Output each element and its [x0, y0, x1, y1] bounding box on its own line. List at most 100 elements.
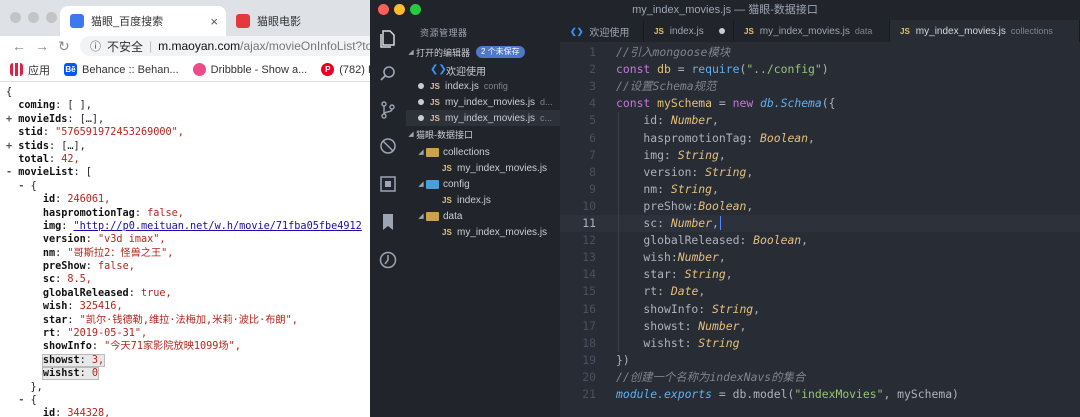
code-line[interactable]: 12 globalReleased: Boolean,	[560, 232, 1080, 249]
line-number: 13	[582, 250, 596, 265]
json-toggle[interactable]: -	[18, 181, 30, 192]
search-icon[interactable]	[378, 64, 398, 84]
code-line[interactable]: 21 module.exports = db.model("indexMovies…	[560, 386, 1080, 403]
json-line: version: "v3d imax",	[6, 233, 370, 246]
code-line[interactable]: 9 nm: String,	[560, 181, 1080, 198]
editor-tab[interactable]: JS my_index_movies.js data	[734, 20, 890, 42]
dribbble-icon	[192, 63, 206, 76]
collapse-arrow-icon: ◢	[418, 213, 424, 220]
unsaved-dot-icon	[418, 83, 424, 89]
code-token: ,	[725, 267, 733, 282]
editor-tab[interactable]: JS index.js	[644, 20, 734, 42]
code-line[interactable]: 3 //设置Schema规范	[560, 78, 1080, 95]
code-line[interactable]: 14 star: String,	[560, 266, 1080, 283]
extensions-icon[interactable]	[378, 174, 398, 194]
code-editor[interactable]: 1 //引入mongoose模块 2 const db = require("../c…	[560, 44, 1080, 417]
json-toggle[interactable]: -	[6, 167, 18, 178]
reload-icon[interactable]: ↻	[58, 38, 70, 55]
tab-close-icon[interactable]: ×	[210, 14, 218, 29]
bookmark-pinterest[interactable]: P (782) Pinterest	[321, 63, 370, 76]
code-line[interactable]: 16 showInfo: String,	[560, 301, 1080, 318]
window-minimize-button[interactable]	[394, 4, 405, 15]
json-value: [ ],	[67, 100, 92, 112]
code-line[interactable]: 4 const mySchema = new db.Schema({	[560, 95, 1080, 112]
code-line[interactable]: 10 preShow:Boolean,	[560, 198, 1080, 215]
code-token: ,	[712, 181, 719, 196]
code-line[interactable]: 6 haspromotionTag: Boolean,	[560, 130, 1080, 147]
code-line[interactable]: 1 //引入mongoose模块	[560, 44, 1080, 61]
window-close-button[interactable]	[378, 4, 389, 15]
chrome-tab-maoyan[interactable]: 猫眼电影	[226, 6, 370, 36]
bookmark-dribbble[interactable]: Dribbble - Show a...	[192, 63, 307, 76]
code-line[interactable]: 8 version: String,	[560, 164, 1080, 181]
open-editor-item[interactable]: ❮❯ 欢迎使用	[406, 62, 560, 78]
code-line[interactable]: 11 sc: Number,	[560, 215, 1080, 233]
window-minimize-button[interactable]	[28, 12, 39, 23]
code-token: id:	[616, 113, 671, 128]
json-value[interactable]: "http://p0.meituan.net/w.h/movie/71fba05…	[74, 221, 362, 232]
js-file-icon: JS	[442, 195, 452, 205]
unsaved-dot-icon[interactable]	[719, 28, 725, 34]
forward-arrow-icon[interactable]: →	[35, 38, 49, 54]
code-line[interactable]: 15 rt: Date,	[560, 283, 1080, 300]
file-item[interactable]: JS index.js	[406, 192, 560, 208]
code-line[interactable]: 17 showst: Number,	[560, 318, 1080, 335]
code-line[interactable]: 5 id: Number,	[560, 112, 1080, 129]
js-file-icon: JS	[654, 26, 664, 36]
line-number: 1	[589, 45, 596, 59]
file-item[interactable]: JS my_index_movies.js	[406, 224, 560, 240]
timeline-icon[interactable]	[378, 250, 398, 270]
json-value: "576591972453269000",	[55, 127, 184, 139]
back-arrow-icon[interactable]: ←	[12, 38, 26, 54]
json-value: [	[85, 167, 92, 179]
open-editor-item[interactable]: JS my_index_movies.js d...	[406, 94, 560, 110]
open-editors-header[interactable]: ◢ 打开的编辑器 2 个未保存	[406, 44, 560, 60]
folder-item[interactable]: ◢ config	[406, 176, 560, 192]
json-toggle[interactable]: +	[6, 141, 18, 152]
code-token: showInfo:	[616, 301, 713, 316]
open-editor-item[interactable]: JS my_index_movies.js c...	[406, 110, 560, 126]
open-editor-item[interactable]: JS index.js config	[406, 78, 560, 94]
bookmark-apps[interactable]: 应用	[10, 62, 50, 78]
folder-item[interactable]: ◢ collections	[406, 144, 560, 160]
open-editor-label: my_index_movies.js	[445, 112, 536, 124]
info-circle-icon[interactable]: ⓘ	[90, 38, 101, 54]
code-line[interactable]: 13 wish:Number,	[560, 249, 1080, 266]
code-token: =	[670, 62, 692, 77]
code-line[interactable]: 18 wishst: String	[560, 335, 1080, 352]
window-close-button[interactable]	[10, 12, 21, 23]
editor-tab[interactable]: JS my_index_movies.js collections	[890, 20, 1080, 42]
folder-item[interactable]: ◢ data	[406, 208, 560, 224]
code-token: )	[821, 62, 829, 77]
code-token: String	[684, 267, 726, 282]
address-bar[interactable]: ⓘ 不安全 | m.maoyan.com/ajax/movieOnInfoLis…	[80, 36, 370, 56]
bookmark-behance[interactable]: Bē Behance :: Behan...	[64, 63, 179, 76]
source-control-icon[interactable]	[378, 100, 398, 120]
json-line: stid: "576591972453269000",	[6, 126, 370, 139]
code-text: id: Number,	[616, 112, 718, 129]
unsaved-badge: 2 个未保存	[476, 46, 525, 58]
json-key: stids	[18, 140, 49, 152]
code-token: "indexMovies"	[794, 387, 884, 401]
bookmark-icon[interactable]	[378, 212, 398, 232]
debug-icon[interactable]	[378, 136, 398, 156]
code-line[interactable]: 19})	[560, 352, 1080, 369]
line-number: 17	[582, 318, 596, 333]
window-zoom-button[interactable]	[410, 4, 421, 15]
bookmarks-bar: 应用 Bē Behance :: Behan... Dribbble - Sho…	[0, 58, 370, 82]
code-token: ,	[746, 198, 754, 213]
file-item[interactable]: JS my_index_movies.js	[406, 160, 560, 176]
explorer-files-icon[interactable]	[378, 28, 398, 48]
window-zoom-button[interactable]	[46, 12, 57, 23]
code-line[interactable]: 20 //创建一个名称为indexNavs的集合	[560, 369, 1080, 386]
code-line[interactable]: 2 const db = require("../config")	[560, 61, 1080, 78]
editor-tab[interactable]: ❮❯ 欢迎使用	[560, 20, 644, 42]
json-toggle[interactable]: +	[6, 114, 18, 125]
json-line: wishst: 0	[6, 367, 370, 381]
project-folder-header[interactable]: ◢ 猫眼-数据接口	[406, 126, 560, 142]
json-line: total: 42,	[6, 153, 370, 166]
json-entry: haspromotionTag: false,	[42, 207, 184, 219]
json-toggle[interactable]: -	[18, 395, 30, 406]
chrome-tab-baidu[interactable]: 猫眼_百度搜索 ×	[60, 6, 226, 36]
code-line[interactable]: 7 img: String,	[560, 147, 1080, 164]
